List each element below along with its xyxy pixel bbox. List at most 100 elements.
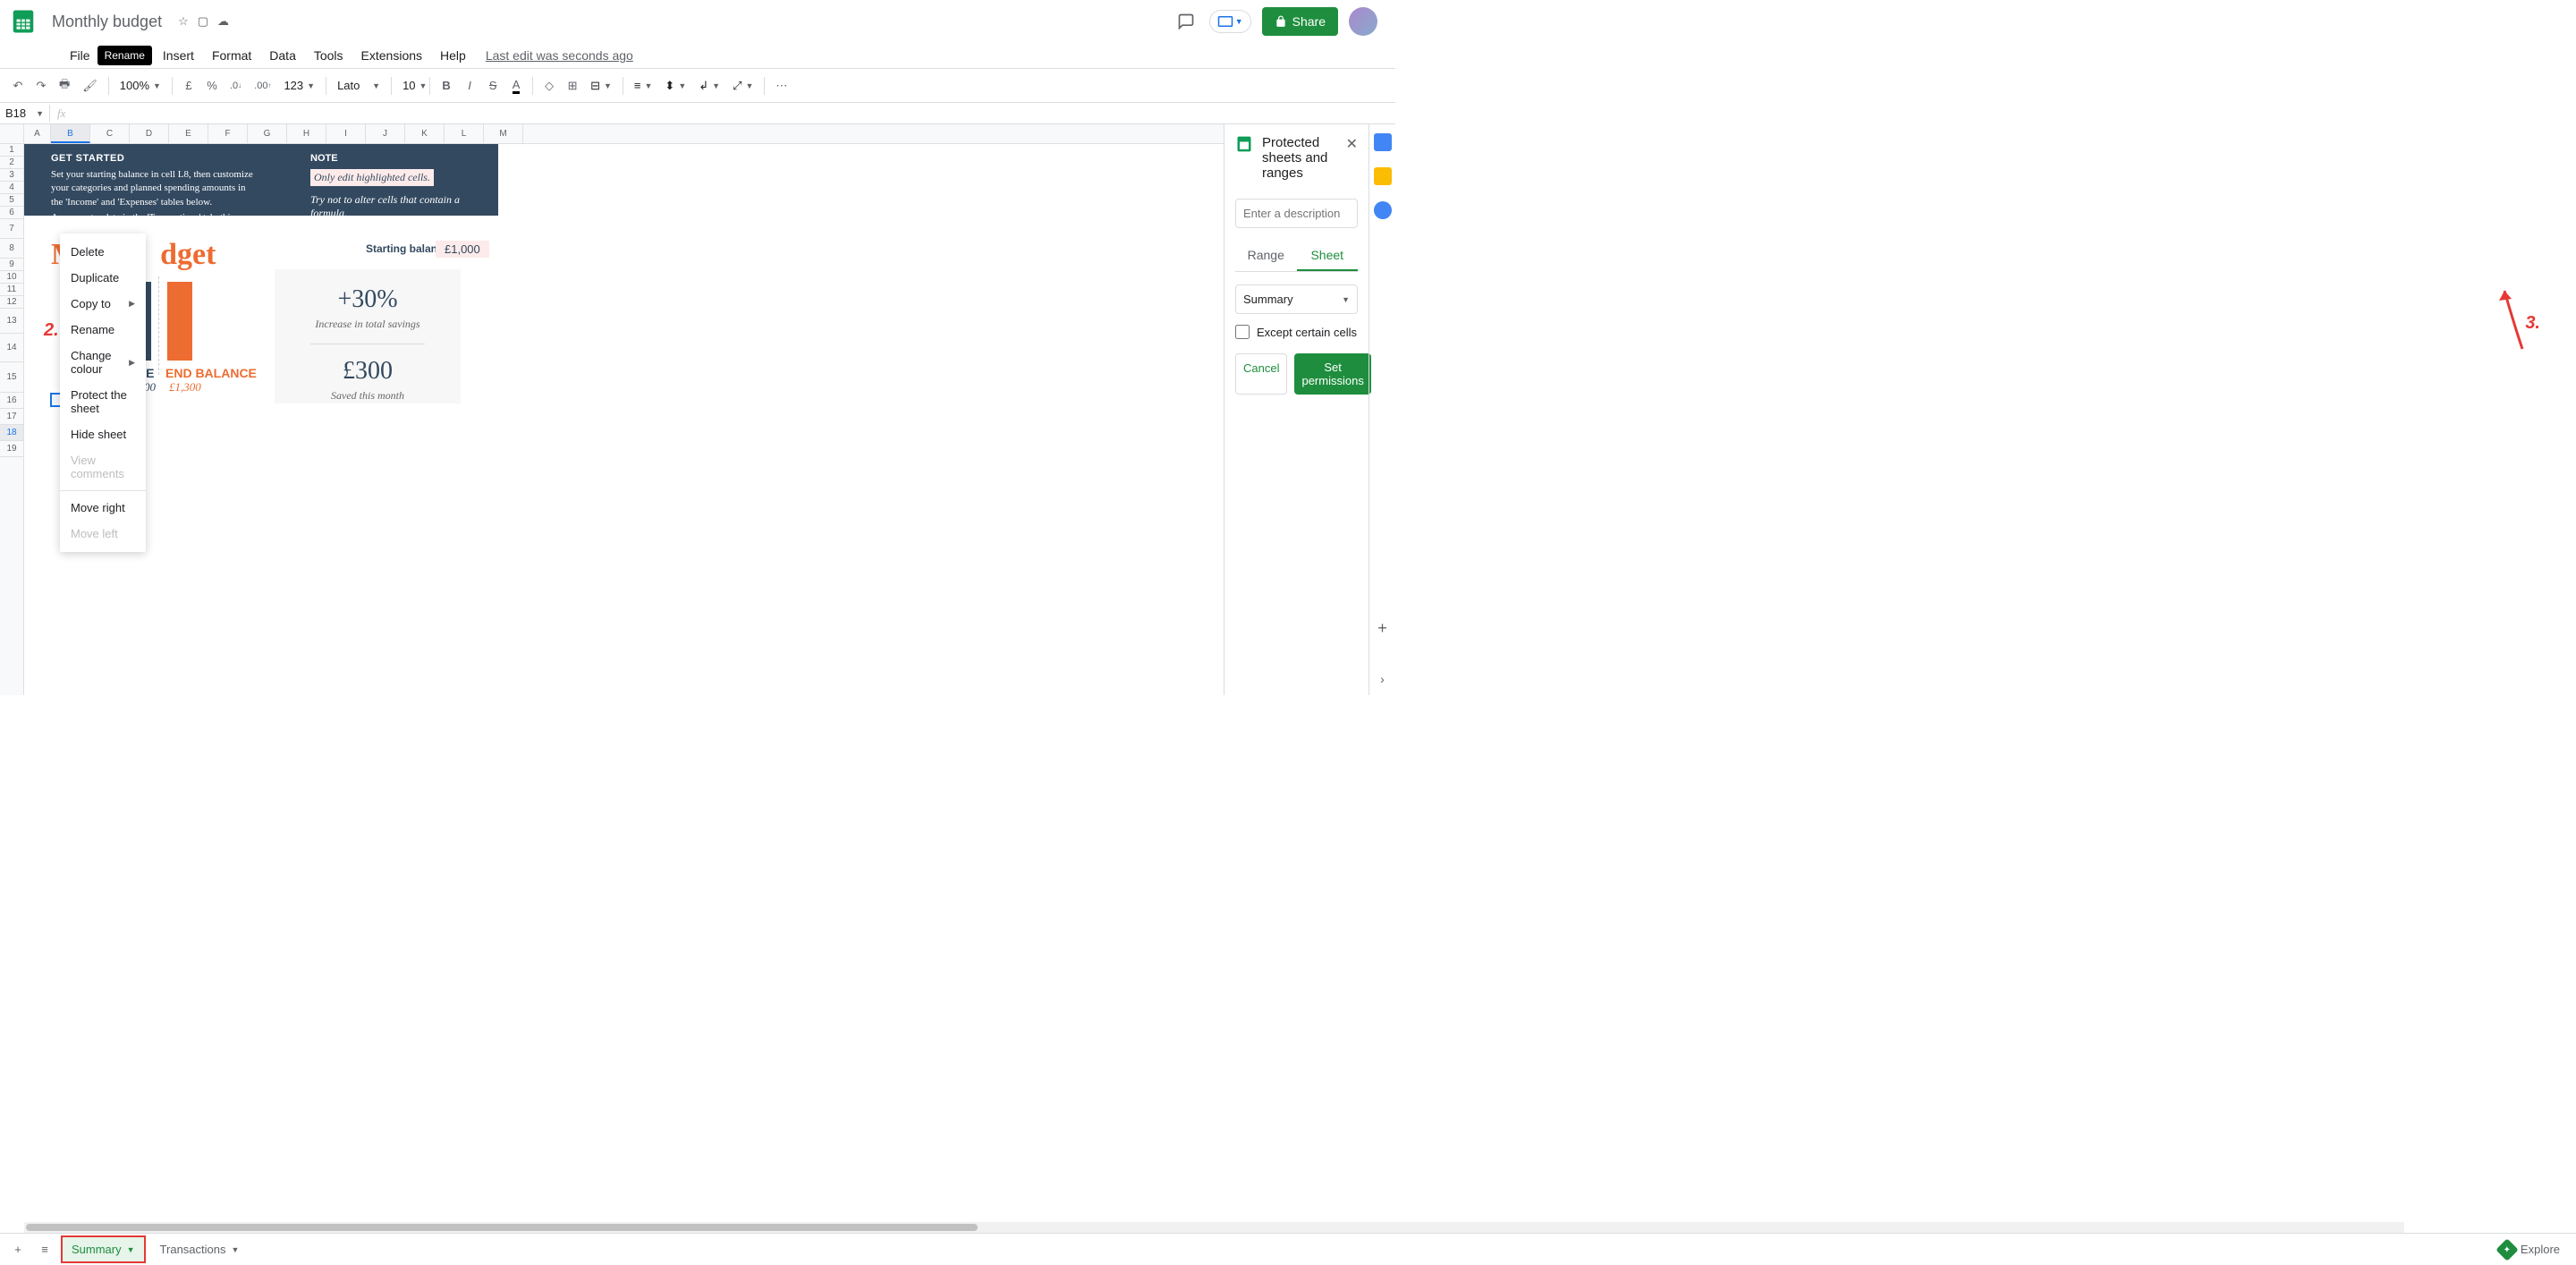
note-subtext: Try not to alter cells that contain a fo… <box>310 193 498 220</box>
sheet-grid[interactable]: GET STARTED Set your starting balance in… <box>24 144 1224 695</box>
row-headers[interactable]: 1 2 3 4 5 6 7 8 9 10 11 12 13 14 15 16 1… <box>0 144 24 695</box>
ctx-move-left: Move left <box>60 521 146 547</box>
sheet-tab-summary[interactable]: Summary▼ <box>63 1237 144 1261</box>
ctx-rename[interactable]: Rename <box>60 317 146 343</box>
ctx-delete[interactable]: Delete <box>60 239 146 265</box>
cancel-button[interactable]: Cancel <box>1235 353 1287 395</box>
chart-bar-start <box>146 282 151 361</box>
ctx-change-colour[interactable]: Change colour▶ <box>60 343 146 382</box>
menu-tools[interactable]: Tools <box>307 45 351 66</box>
description-input[interactable] <box>1235 199 1358 228</box>
tab-sheet[interactable]: Sheet <box>1297 241 1359 271</box>
note-heading: NOTE <box>310 153 498 164</box>
print-icon[interactable]: 🖶 <box>54 72 75 99</box>
avatar[interactable] <box>1349 7 1377 36</box>
halign-dropdown[interactable]: ≡▼ <box>629 75 658 96</box>
calendar-icon[interactable] <box>1374 133 1392 151</box>
dec-inc-btn[interactable]: .00↑ <box>249 77 276 95</box>
menu-extensions[interactable]: Extensions <box>354 45 429 66</box>
except-cells-label: Except certain cells <box>1257 326 1357 339</box>
ctx-duplicate[interactable]: Duplicate <box>60 265 146 291</box>
annotation-3: 3. <box>2525 313 2540 334</box>
sheets-logo[interactable] <box>7 5 39 38</box>
text-color-icon[interactable]: A <box>505 74 527 98</box>
add-sheet-icon[interactable]: + <box>7 1239 29 1260</box>
chart-bar-end <box>167 282 192 361</box>
explore-button[interactable]: ✦ Explore <box>2490 1238 2569 1261</box>
tasks-icon[interactable] <box>1374 201 1392 219</box>
end-balance-label: END BALANCE <box>165 366 257 380</box>
undo-icon[interactable]: ↶ <box>7 75 29 97</box>
context-menu: Delete Duplicate Copy to▶ Rename Change … <box>60 233 146 552</box>
numfmt-dropdown[interactable]: 123▼ <box>278 75 320 96</box>
horizontal-scrollbar[interactable] <box>24 1222 2404 1233</box>
sidebar-title: Protected sheets and ranges <box>1262 135 1337 181</box>
dec-dec-btn[interactable]: .0↓ <box>225 77 247 95</box>
font-size-dropdown[interactable]: 10▼ <box>397 75 424 96</box>
move-icon[interactable]: ▢ <box>198 14 208 29</box>
fx-icon: fx <box>50 106 72 121</box>
menu-data[interactable]: Data <box>262 45 303 66</box>
banner-heading: GET STARTED <box>51 153 257 164</box>
more-icon[interactable]: ⋯ <box>770 75 792 97</box>
wrap-dropdown[interactable]: ↲▼ <box>693 75 725 97</box>
currency-btn[interactable]: £ <box>178 75 199 96</box>
ctx-view-comments: View comments <box>60 447 146 487</box>
rotate-dropdown[interactable]: ⤢▼ <box>727 75 758 97</box>
present-button[interactable]: ▼ <box>1209 10 1251 33</box>
percent-btn[interactable]: % <box>201 75 223 96</box>
rename-tooltip: Rename <box>97 46 152 65</box>
savings-percent: +30% <box>284 285 452 314</box>
select-all-corner[interactable] <box>0 124 24 144</box>
zoom-dropdown[interactable]: 100%▼ <box>114 75 166 96</box>
note-highlight: Only edit highlighted cells. <box>310 169 434 186</box>
menu-help[interactable]: Help <box>433 45 473 66</box>
menu-format[interactable]: Format <box>205 45 258 66</box>
column-headers[interactable]: A B C D E F G H I J K L M <box>24 124 1224 144</box>
close-icon[interactable]: ✕ <box>1346 135 1358 153</box>
sheet-select-dropdown[interactable]: Summary ▼ <box>1235 284 1358 314</box>
name-box[interactable]: B18▼ <box>0 105 50 122</box>
all-sheets-icon[interactable]: ≡ <box>34 1239 55 1260</box>
ctx-move-right[interactable]: Move right <box>60 495 146 521</box>
borders-icon[interactable]: ⊞ <box>562 75 583 97</box>
annotation-2: 2. <box>44 320 59 341</box>
last-edit-link[interactable]: Last edit was seconds ago <box>486 48 633 63</box>
comments-icon[interactable] <box>1174 9 1199 34</box>
ctx-copy-to[interactable]: Copy to▶ <box>60 291 146 317</box>
add-icon[interactable]: + <box>1377 619 1387 638</box>
strike-icon[interactable]: S <box>482 75 504 96</box>
saved-amount: £300 <box>284 357 452 386</box>
menu-file[interactable]: File <box>63 45 97 66</box>
formula-input[interactable] <box>72 106 1395 120</box>
collapse-icon[interactable]: › <box>1380 672 1385 686</box>
banner-text: Set your starting balance in cell L8, th… <box>51 168 257 209</box>
share-label: Share <box>1292 14 1326 29</box>
starting-balance-value[interactable]: £1,000 <box>436 241 489 258</box>
bold-icon[interactable]: B <box>436 75 457 96</box>
share-button[interactable]: Share <box>1262 7 1338 36</box>
menu-insert[interactable]: Insert <box>156 45 201 66</box>
doc-title[interactable]: Monthly budget <box>47 11 167 33</box>
stats-panel: +30% Increase in total savings £300 Save… <box>275 269 461 403</box>
font-dropdown[interactable]: Lato▼ <box>332 75 386 96</box>
valign-dropdown[interactable]: ⬍▼ <box>659 75 691 97</box>
ctx-hide-sheet[interactable]: Hide sheet <box>60 421 146 447</box>
set-permissions-button[interactable]: Set permissions <box>1294 353 1370 395</box>
keep-icon[interactable] <box>1374 167 1392 185</box>
redo-icon[interactable]: ↷ <box>30 75 52 97</box>
paint-format-icon[interactable]: 🖌 <box>77 75 103 97</box>
cloud-icon[interactable]: ☁ <box>217 14 229 29</box>
except-cells-checkbox[interactable] <box>1235 325 1250 339</box>
merge-dropdown[interactable]: ⊟▼ <box>585 75 617 97</box>
star-icon[interactable]: ☆ <box>178 14 189 29</box>
end-balance-value: £1,300 <box>169 380 201 395</box>
italic-icon[interactable]: I <box>459 75 480 96</box>
sheet-tab-transactions[interactable]: Transactions▼ <box>151 1237 249 1261</box>
tab-range[interactable]: Range <box>1235 241 1297 271</box>
saved-amount-label: Saved this month <box>284 389 452 403</box>
ctx-protect-sheet[interactable]: Protect the sheet <box>60 382 146 421</box>
sheets-small-icon <box>1235 135 1253 153</box>
fill-color-icon[interactable]: ◇ <box>538 75 560 97</box>
savings-percent-label: Increase in total savings <box>284 318 452 331</box>
